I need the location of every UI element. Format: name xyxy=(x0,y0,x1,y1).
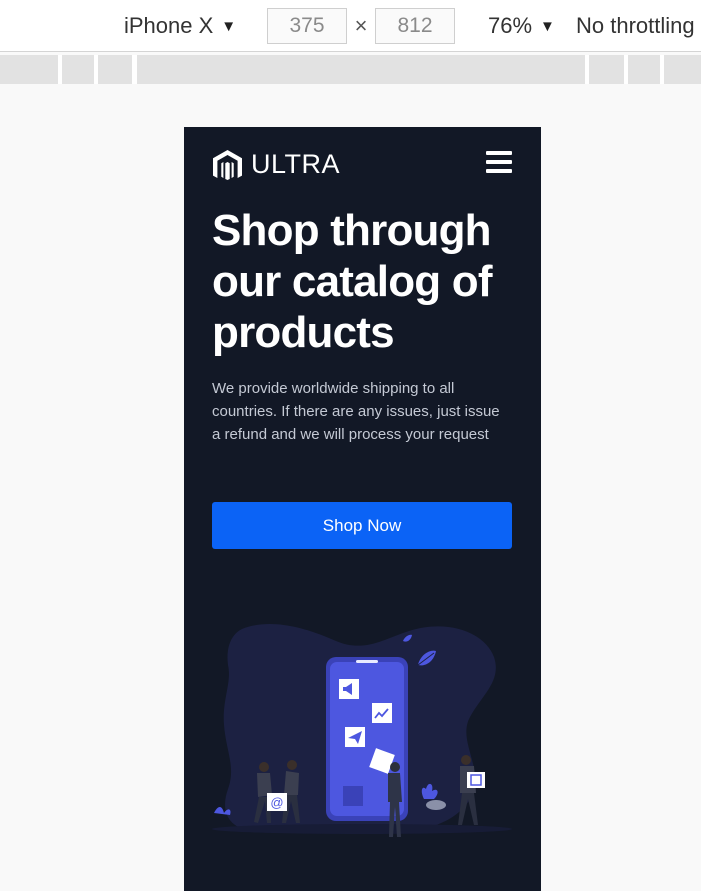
device-select[interactable]: iPhone X ▼ xyxy=(124,0,236,52)
zoom-select-label: 76% xyxy=(488,13,533,38)
chevron-down-icon: ▼ xyxy=(221,17,237,35)
chevron-down-icon: ▼ xyxy=(540,17,555,35)
device-viewport: ULTRA Shop through our catalog of produc… xyxy=(184,127,541,891)
media-query-segment[interactable] xyxy=(0,55,58,84)
media-query-bar xyxy=(0,55,701,84)
throttling-select[interactable]: No throttling xyxy=(576,0,695,52)
media-query-segment[interactable] xyxy=(664,55,701,84)
media-query-segment[interactable] xyxy=(628,55,660,84)
media-query-segment[interactable] xyxy=(98,55,132,84)
device-toolbar: iPhone X ▼ × 76% ▼ No throttling xyxy=(0,0,701,52)
at-sign-icon: @ xyxy=(270,795,283,810)
hero-title: Shop through our catalog of products xyxy=(212,206,493,357)
media-query-segment[interactable] xyxy=(589,55,624,84)
device-select-label: iPhone X xyxy=(124,13,214,38)
media-query-segment[interactable] xyxy=(62,55,94,84)
throttling-select-label: No throttling xyxy=(576,13,695,38)
hamburger-menu-icon[interactable] xyxy=(486,151,512,173)
magento-logo-icon xyxy=(213,149,242,180)
media-query-segment[interactable] xyxy=(137,55,585,84)
dimension-separator: × xyxy=(354,13,368,38)
hero-subtitle: We provide worldwide shipping to all cou… xyxy=(212,380,500,443)
shop-now-button[interactable]: Shop Now xyxy=(212,502,512,549)
viewport-width-input[interactable] xyxy=(267,8,347,44)
viewport-height-input[interactable] xyxy=(375,8,455,44)
zoom-select[interactable]: 76% ▼ xyxy=(488,0,555,52)
brand-logo[interactable]: ULTRA xyxy=(213,149,340,180)
brand-name: ULTRA xyxy=(251,149,341,179)
chart-tile xyxy=(372,703,392,723)
online-shopping-illustration: @ xyxy=(212,624,512,837)
